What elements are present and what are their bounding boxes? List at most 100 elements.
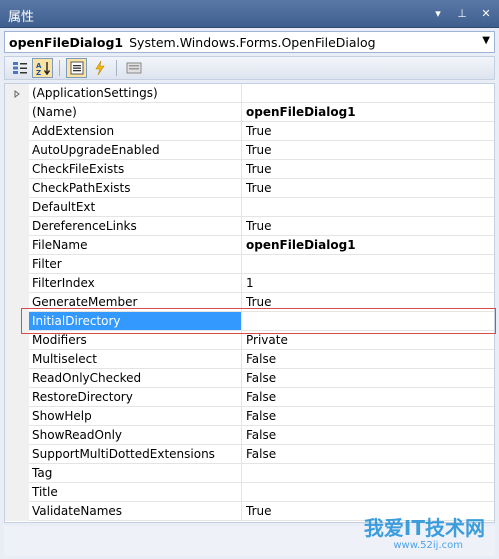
property-value[interactable]: False — [242, 426, 494, 444]
property-row[interactable]: Title — [5, 483, 494, 502]
property-value[interactable]: openFileDialog1 — [242, 236, 494, 254]
row-gutter[interactable] — [5, 84, 29, 103]
property-name[interactable]: AddExtension — [29, 122, 242, 140]
row-gutter — [5, 407, 29, 426]
property-value[interactable] — [242, 483, 494, 501]
property-name[interactable]: Multiselect — [29, 350, 242, 368]
properties-icon[interactable] — [66, 58, 87, 78]
watermark: 我爱IT技术网 www.52ij.com — [323, 502, 493, 556]
row-gutter — [5, 350, 29, 369]
property-name[interactable]: Filter — [29, 255, 242, 273]
property-name[interactable]: CheckFileExists — [29, 160, 242, 178]
object-name: openFileDialog1 — [9, 34, 124, 50]
watermark-text: 我爱IT技术网 — [363, 516, 485, 540]
property-value[interactable] — [242, 198, 494, 216]
events-icon[interactable] — [89, 58, 110, 78]
property-value[interactable]: False — [242, 388, 494, 406]
property-row[interactable]: DereferenceLinks True — [5, 217, 494, 236]
property-name[interactable]: ReadOnlyChecked — [29, 369, 242, 387]
property-row[interactable]: SupportMultiDottedExtensions False — [5, 445, 494, 464]
properties-toolbar: A Z — [4, 56, 495, 80]
property-value[interactable]: True — [242, 141, 494, 159]
property-value[interactable]: False — [242, 445, 494, 463]
property-name[interactable]: AutoUpgradeEnabled — [29, 141, 242, 159]
property-pages-icon[interactable] — [123, 58, 144, 78]
object-type: System.Windows.Forms.OpenFileDialog — [129, 34, 376, 50]
property-row[interactable]: Modifiers Private — [5, 331, 494, 350]
object-selector[interactable]: openFileDialog1 System.Windows.Forms.Ope… — [4, 31, 495, 53]
property-name[interactable]: DereferenceLinks — [29, 217, 242, 235]
property-name[interactable]: ShowHelp — [29, 407, 242, 425]
title-bar: 属性 ▾ ⊥ ✕ — [0, 0, 499, 28]
svg-text:Z: Z — [36, 69, 41, 76]
property-name[interactable]: DefaultExt — [29, 198, 242, 216]
categorized-icon[interactable] — [9, 58, 30, 78]
property-row[interactable]: Filter — [5, 255, 494, 274]
property-row[interactable]: InitialDirectory — [5, 312, 494, 331]
property-row[interactable]: (ApplicationSettings) — [5, 84, 494, 103]
property-value[interactable] — [242, 464, 494, 482]
property-value[interactable]: Private — [242, 331, 494, 349]
property-name[interactable]: GenerateMember — [29, 293, 242, 311]
property-value[interactable] — [242, 84, 494, 102]
property-row[interactable]: ShowReadOnly False — [5, 426, 494, 445]
property-row[interactable]: ReadOnlyChecked False — [5, 369, 494, 388]
property-row[interactable]: Multiselect False — [5, 350, 494, 369]
property-name[interactable]: Modifiers — [29, 331, 242, 349]
property-row[interactable]: FilterIndex 1 — [5, 274, 494, 293]
property-value[interactable]: True — [242, 160, 494, 178]
property-value[interactable]: False — [242, 369, 494, 387]
toolbar-separator — [116, 60, 117, 76]
property-name[interactable]: SupportMultiDottedExtensions — [29, 445, 242, 463]
row-gutter — [5, 502, 29, 521]
property-row[interactable]: ShowHelp False — [5, 407, 494, 426]
property-value[interactable]: False — [242, 407, 494, 425]
watermark-url: www.52ij.com — [393, 540, 463, 551]
property-value[interactable] — [242, 255, 494, 273]
row-gutter — [5, 255, 29, 274]
row-gutter — [5, 464, 29, 483]
property-name[interactable]: InitialDirectory — [29, 312, 242, 330]
property-value[interactable]: True — [242, 217, 494, 235]
row-gutter — [5, 388, 29, 407]
property-row[interactable]: (Name) openFileDialog1 — [5, 103, 494, 122]
property-name[interactable]: RestoreDirectory — [29, 388, 242, 406]
row-gutter — [5, 426, 29, 445]
property-row[interactable]: Tag — [5, 464, 494, 483]
property-grid: (ApplicationSettings) (Name) openFileDialo… — [4, 83, 495, 523]
property-name[interactable]: (ApplicationSettings) — [29, 84, 242, 102]
close-icon[interactable]: ✕ — [479, 5, 493, 21]
property-name[interactable]: Tag — [29, 464, 242, 482]
property-name[interactable]: FileName — [29, 236, 242, 254]
property-name[interactable]: CheckPathExists — [29, 179, 242, 197]
property-row[interactable]: RestoreDirectory False — [5, 388, 494, 407]
properties-panel: 属性 ▾ ⊥ ✕ openFileDialog1 System.Windows.… — [0, 0, 499, 559]
property-value[interactable]: True — [242, 293, 494, 311]
property-row[interactable]: AutoUpgradeEnabled True — [5, 141, 494, 160]
property-name[interactable]: (Name) — [29, 103, 242, 121]
pin-icon[interactable]: ⊥ — [455, 5, 469, 21]
property-value[interactable]: openFileDialog1 — [242, 103, 494, 121]
property-row[interactable]: FileName openFileDialog1 — [5, 236, 494, 255]
property-row[interactable]: DefaultExt — [5, 198, 494, 217]
property-row[interactable]: GenerateMember True — [5, 293, 494, 312]
property-name[interactable]: ShowReadOnly — [29, 426, 242, 444]
property-value[interactable]: 1 — [242, 274, 494, 292]
row-gutter — [5, 312, 29, 331]
property-value[interactable] — [242, 312, 494, 330]
property-value[interactable]: False — [242, 350, 494, 368]
property-value[interactable]: True — [242, 122, 494, 140]
dropdown-icon[interactable]: ▾ — [431, 5, 445, 21]
property-name[interactable]: ValidateNames — [29, 502, 242, 520]
property-row[interactable]: CheckPathExists True — [5, 179, 494, 198]
row-gutter — [5, 445, 29, 464]
chevron-down-icon[interactable]: ▼ — [482, 35, 490, 46]
property-value[interactable]: True — [242, 179, 494, 197]
alphabetical-icon[interactable]: A Z — [32, 58, 53, 78]
row-gutter — [5, 331, 29, 350]
property-row[interactable]: CheckFileExists True — [5, 160, 494, 179]
property-name[interactable]: Title — [29, 483, 242, 501]
property-name[interactable]: FilterIndex — [29, 274, 242, 292]
property-row[interactable]: AddExtension True — [5, 122, 494, 141]
row-gutter — [5, 217, 29, 236]
